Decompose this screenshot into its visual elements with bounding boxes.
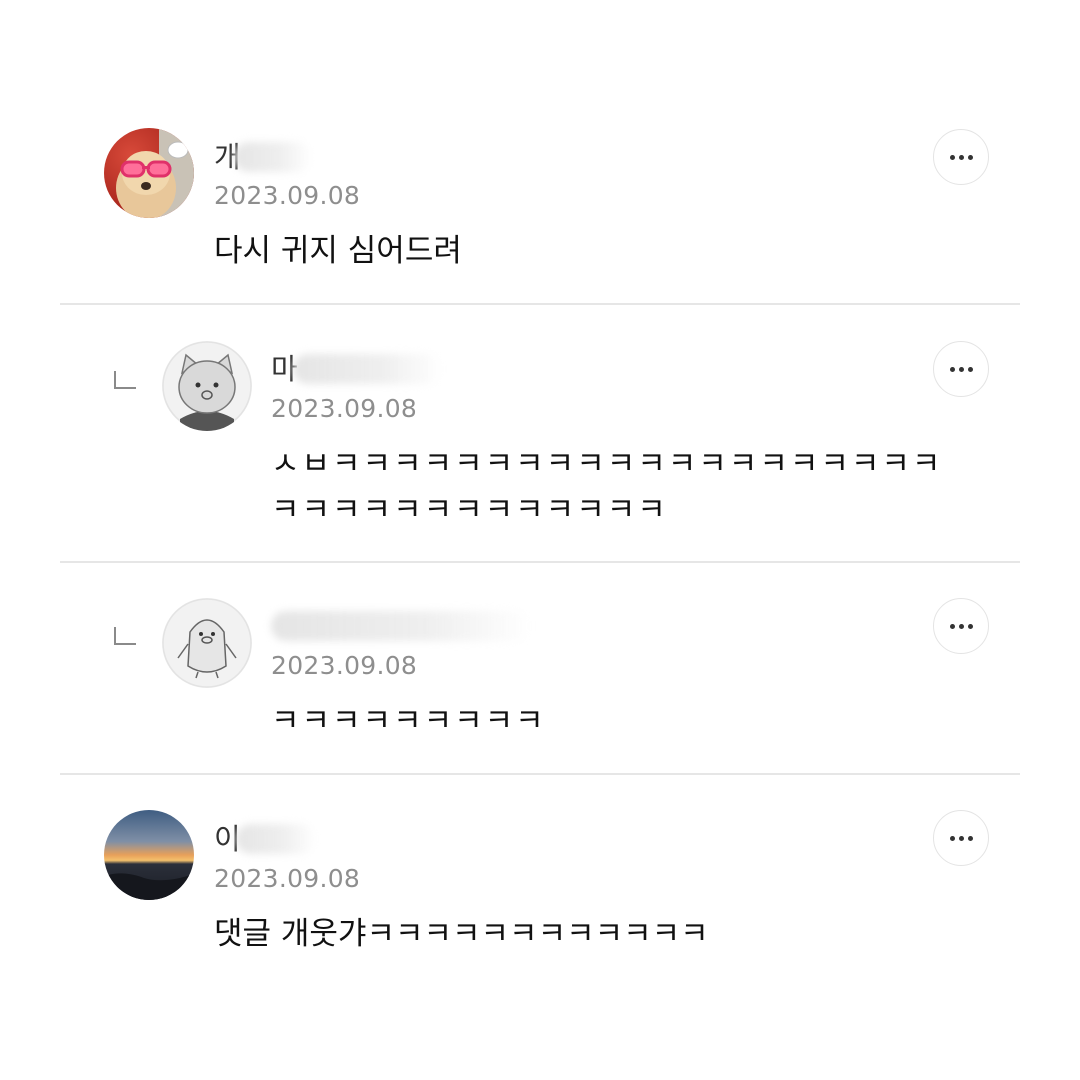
comment-date: 2023.09.08 <box>214 181 361 210</box>
more-dots-icon <box>949 366 973 372</box>
dog-sunglasses-avatar-image <box>104 128 194 218</box>
penguin-character-avatar-image <box>162 598 252 688</box>
sunset-photo-avatar-image <box>104 810 194 900</box>
comment-date: 2023.09.08 <box>214 864 361 893</box>
comment-author[interactable]: 개 <box>214 140 312 176</box>
more-options-button[interactable] <box>933 341 989 397</box>
comment-text: ㅋㅋㅋㅋㅋㅋㅋㅋㅋ <box>271 703 546 739</box>
sunset-avatar[interactable] <box>104 810 194 900</box>
more-options-button[interactable] <box>933 598 989 654</box>
author-name-blur <box>234 142 312 172</box>
more-dots-icon <box>949 154 973 160</box>
cat-character-avatar-image <box>162 341 252 431</box>
cat-avatar[interactable] <box>162 341 252 431</box>
reply-corner-icon <box>114 371 136 389</box>
more-dots-icon <box>949 623 973 629</box>
penguin-avatar[interactable] <box>162 598 252 688</box>
comment-text: 다시 귀지 심어드려 <box>214 233 462 269</box>
comment-date: 2023.09.08 <box>271 651 418 680</box>
comment-author[interactable]: 이 <box>214 822 316 858</box>
author-name-blur <box>271 611 531 641</box>
more-options-button[interactable] <box>933 810 989 866</box>
divider <box>60 561 1020 563</box>
more-dots-icon <box>949 835 973 841</box>
divider <box>60 773 1020 775</box>
comment-text: ㅅㅂㅋㅋㅋㅋㅋㅋㅋㅋㅋㅋㅋㅋㅋㅋㅋㅋㅋㅋㅋㅋㅋㅋㅋㅋㅋㅋㅋㅋㅋㅋㅋㅋㅋ <box>271 446 943 528</box>
more-options-button[interactable] <box>933 129 989 185</box>
author-name-blur <box>293 354 443 384</box>
reply-corner-icon <box>114 627 136 645</box>
author-name-blur <box>236 824 316 854</box>
divider <box>60 303 1020 305</box>
comment-date: 2023.09.08 <box>271 394 418 423</box>
comment-author[interactable]: 마 <box>271 352 443 388</box>
dog-avatar[interactable] <box>104 128 194 218</box>
comment-text: 댓글 개웃갸ㅋㅋㅋㅋㅋㅋㅋㅋㅋㅋㅋㅋ <box>214 916 709 952</box>
